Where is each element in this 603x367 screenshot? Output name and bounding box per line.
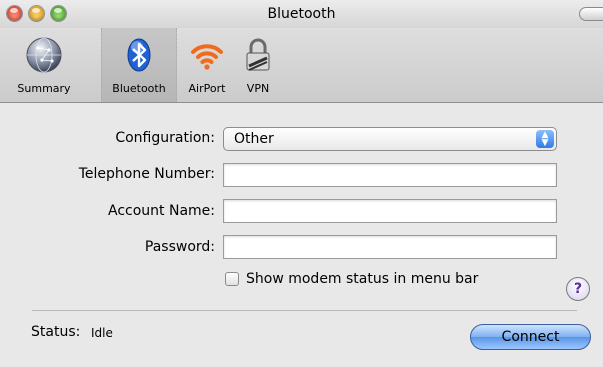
toolbar-label-summary: Summary [17,82,71,95]
password-label: Password: [144,239,215,255]
toolbar-item-airport[interactable]: AirPort [181,28,233,102]
title-bar: Bluetooth [0,0,603,28]
show-modem-status-label[interactable]: Show modem status in menu bar [246,271,478,287]
window-title: Bluetooth [267,6,336,22]
configuration-label: Configuration: [115,130,215,146]
account-name-field[interactable] [223,199,557,223]
configuration-value: Other [234,131,274,147]
password-field[interactable] [223,235,557,259]
telephone-number-field[interactable] [223,163,557,187]
toolbar-label-bluetooth: Bluetooth [112,82,166,95]
bluetooth-icon [127,38,151,72]
toolbar-item-bluetooth[interactable]: Bluetooth [101,28,177,102]
toolbar-toggle-button[interactable] [579,7,603,21]
airport-wifi-icon [191,44,223,70]
toolbar-label-airport: AirPort [188,82,226,95]
connect-button[interactable]: Connect [470,324,591,350]
toolbar: Summary Bluetooth AirPort VPN [0,28,603,103]
account-name-label: Account Name: [108,203,215,219]
toolbar-item-summary[interactable]: Summary [0,28,88,102]
telephone-number-label: Telephone Number: [78,166,215,182]
help-button[interactable]: ? [566,277,590,301]
configuration-popup[interactable]: Other ▲ ▼ [223,127,557,151]
status-label: Status: [31,324,81,340]
toolbar-item-vpn[interactable]: VPN [238,28,278,102]
network-window: Bluetooth Summary Bluetooth AirPort VPN … [0,0,603,367]
show-modem-status-checkbox[interactable] [225,272,239,286]
popup-arrows-icon: ▲ ▼ [536,130,554,148]
vpn-lock-icon [246,38,270,71]
bluetooth-settings-panel: Configuration: Other ▲ ▼ Telephone Number… [0,103,603,367]
toolbar-label-vpn: VPN [246,82,270,95]
divider [32,310,577,311]
network-globe-icon [26,37,62,73]
status-value: Idle [91,326,113,340]
